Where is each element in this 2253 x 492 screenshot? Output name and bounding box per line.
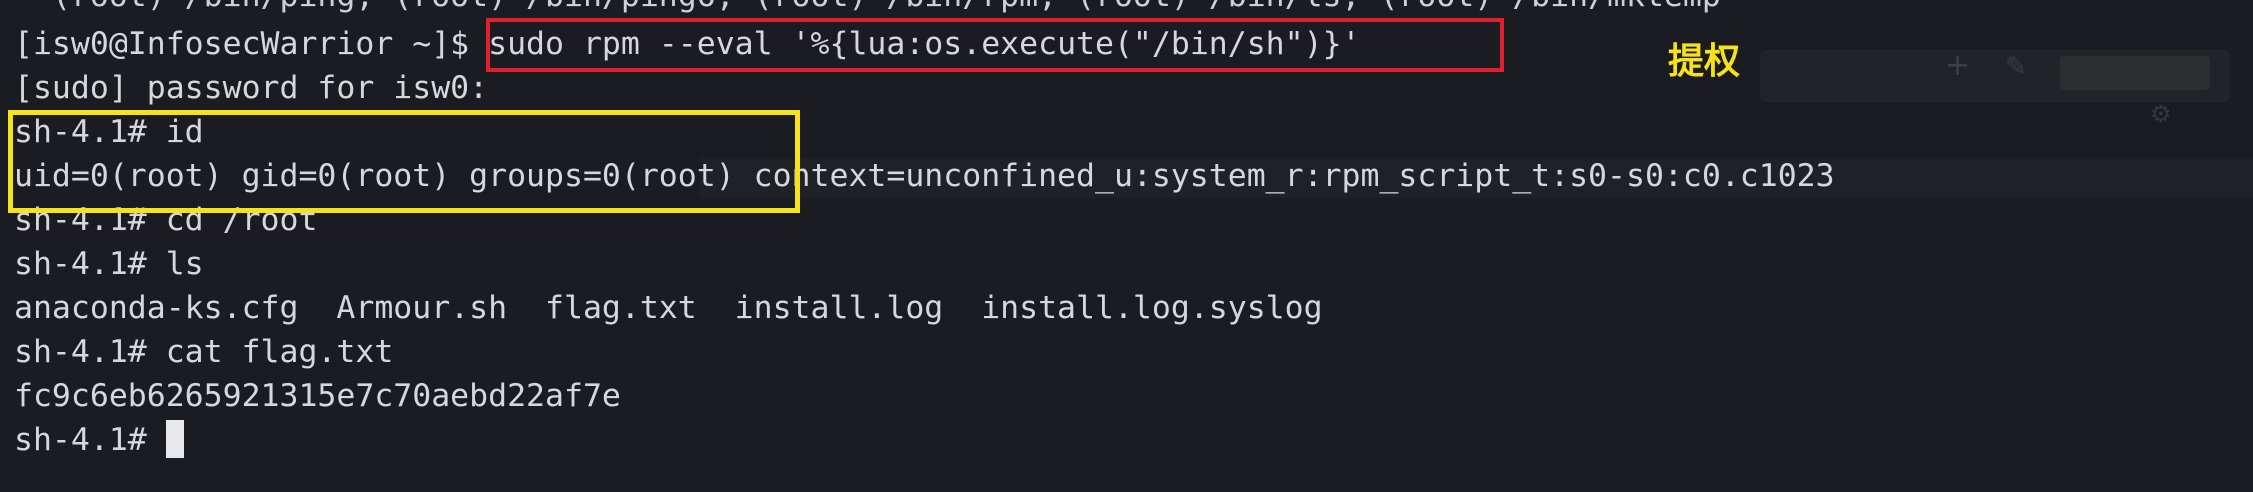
- cursor-block[interactable]: [165, 420, 184, 458]
- command-highlight-box: [486, 18, 1504, 72]
- terminal-line-sudo-password: [sudo] password for isw0:: [14, 70, 489, 106]
- root-output-highlight-box: [8, 110, 800, 213]
- terminal-line-ls-output: anaconda-ks.cfg Armour.sh flag.txt insta…: [14, 290, 1323, 326]
- terminal-screenshot: + ✎ ⚙ (root) /bin/ping, (root) /bin/ping…: [0, 0, 2253, 492]
- terminal-line-flag: fc9c6eb6265921315e7c70aebd22af7e: [14, 378, 621, 414]
- terminal-line-final-prompt[interactable]: sh-4.1#: [14, 418, 184, 462]
- final-shell-prompt: sh-4.1#: [14, 422, 166, 458]
- background-tab: [2060, 56, 2210, 90]
- pen-icon: ✎: [2005, 52, 2027, 82]
- shell-prompt: [isw0@InfosecWarrior ~]$: [14, 26, 489, 62]
- privilege-escalation-label: 提权: [1668, 41, 1741, 82]
- terminal-line-cat: sh-4.1# cat flag.txt: [14, 334, 394, 370]
- terminal-line-partial: (root) /bin/ping, (root) /bin/ping6, (ro…: [14, 0, 1721, 18]
- gear-icon: ⚙: [2150, 100, 2172, 128]
- terminal-line-ls: sh-4.1# ls: [14, 246, 204, 282]
- plus-icon: +: [1945, 48, 1971, 83]
